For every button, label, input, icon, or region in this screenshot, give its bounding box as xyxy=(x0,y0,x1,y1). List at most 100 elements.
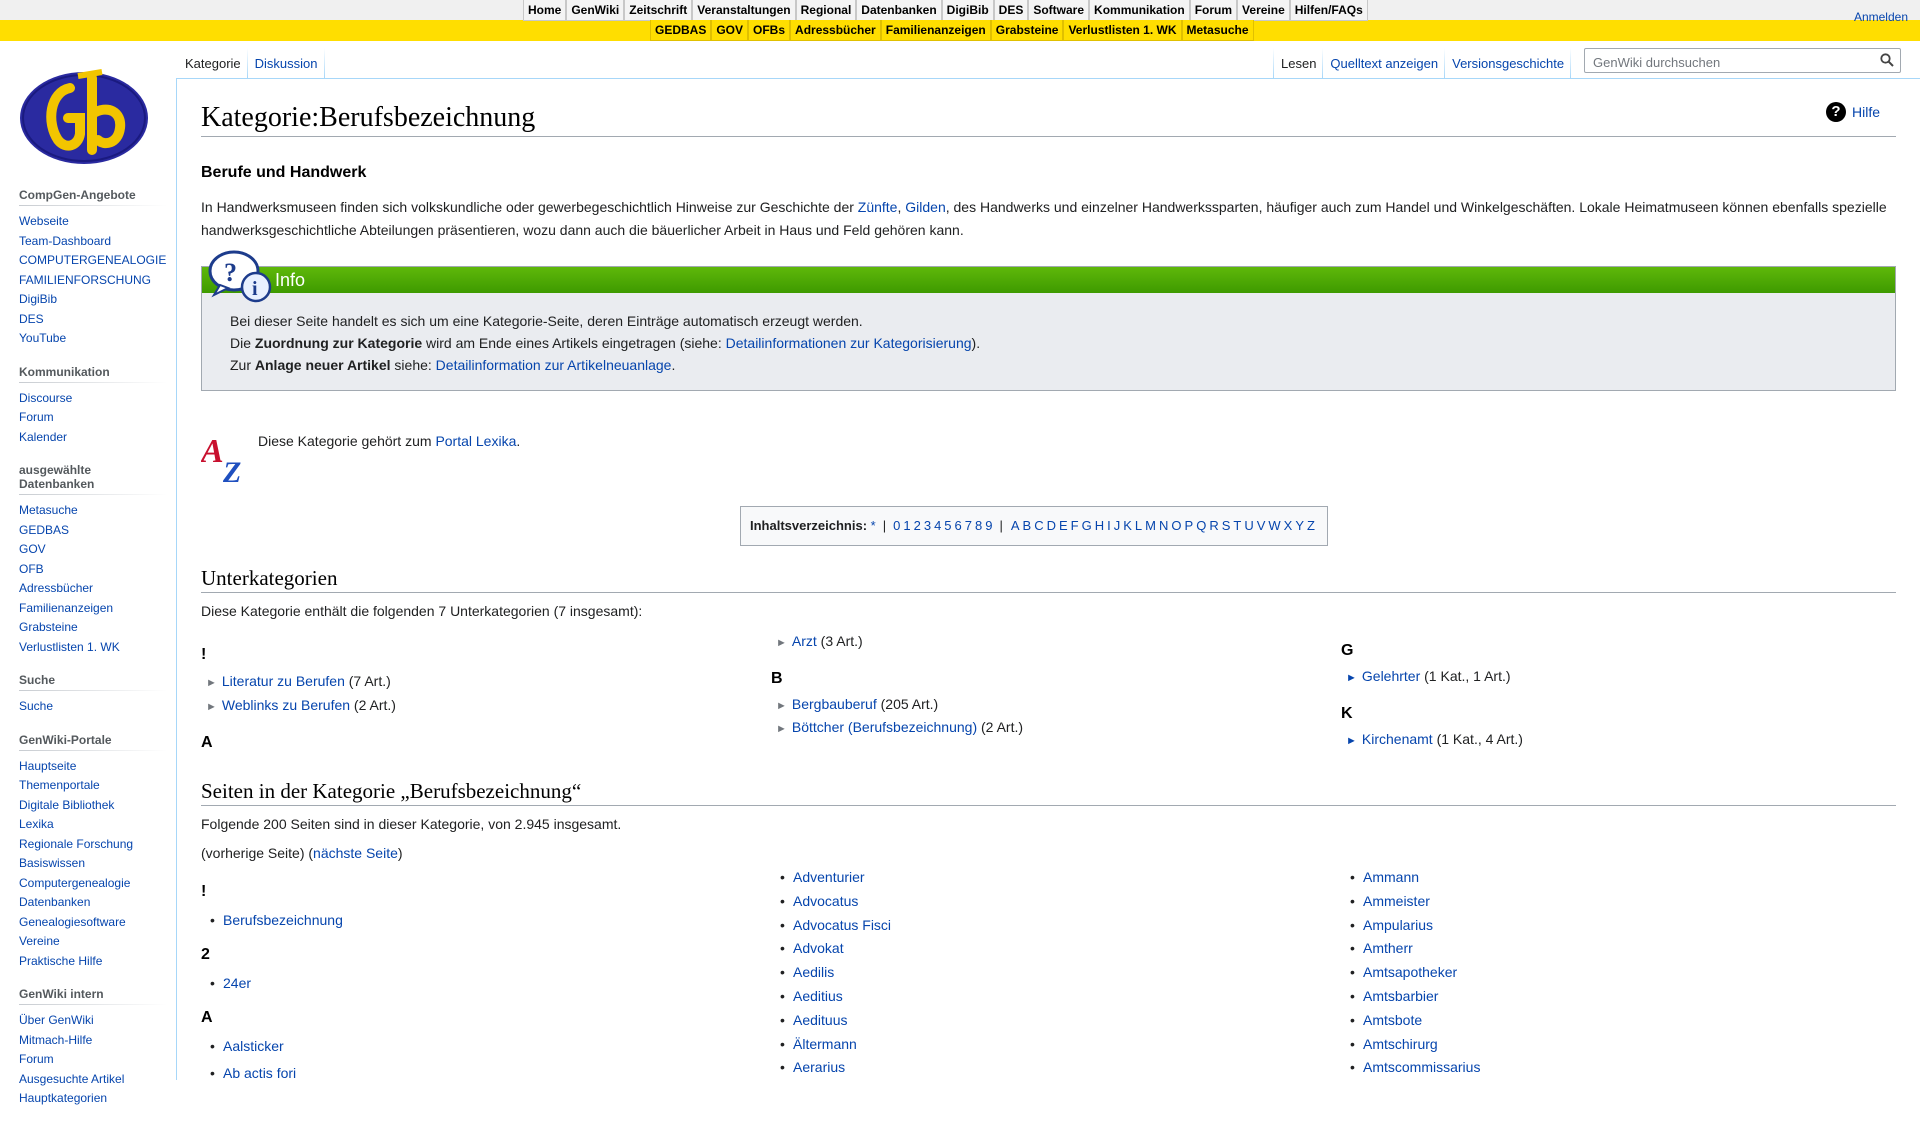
db-nav-item[interactable]: Familienanzeigen xyxy=(880,20,991,41)
sidebar-link[interactable]: Kalender xyxy=(19,428,167,448)
page-link[interactable]: Aalsticker xyxy=(223,1038,284,1054)
tab-quelltext[interactable]: Quelltext anzeigen xyxy=(1323,48,1445,79)
sidebar-link[interactable]: Computergenealogie xyxy=(19,874,167,894)
sidebar-link[interactable]: Team-Dashboard xyxy=(19,232,167,252)
link-gilden[interactable]: Gilden xyxy=(905,199,945,215)
subcat-link[interactable]: Bergbauberuf xyxy=(792,696,877,712)
sidebar-link[interactable]: Adressbücher xyxy=(19,579,167,599)
toc-link-digit[interactable]: 4 xyxy=(934,518,941,533)
nav-item[interactable]: Veranstaltungen xyxy=(692,0,796,21)
page-link[interactable]: Ammann xyxy=(1363,869,1419,885)
nav-item[interactable]: DigiBib xyxy=(941,0,994,21)
link-artikelneuanlage[interactable]: Detailinformation zur Artikelneuanlage xyxy=(436,357,672,373)
toc-link-letter[interactable]: Q xyxy=(1196,518,1206,533)
sidebar-link[interactable]: COMPUTERGENEALOGIE xyxy=(19,251,167,271)
toc-link-letter[interactable]: A xyxy=(1011,518,1020,533)
sidebar-link[interactable]: Webseite xyxy=(19,212,167,232)
page-link[interactable]: Ammeister xyxy=(1363,893,1430,909)
toc-link-letter[interactable]: Y xyxy=(1295,518,1304,533)
nav-item[interactable]: Forum xyxy=(1189,0,1238,21)
tab-diskussion[interactable]: Diskussion xyxy=(247,48,324,79)
db-nav-item[interactable]: GOV xyxy=(711,20,749,41)
subcat-link[interactable]: Gelehrter xyxy=(1362,668,1420,684)
db-nav-item[interactable]: OFBs xyxy=(748,20,791,41)
tab-versionsgeschichte[interactable]: Versionsgeschichte xyxy=(1445,48,1571,79)
nav-item[interactable]: Software xyxy=(1028,0,1090,21)
next-page-link[interactable]: nächste Seite xyxy=(313,845,398,861)
tab-lesen[interactable]: Lesen xyxy=(1274,48,1323,79)
search-icon[interactable] xyxy=(1880,53,1894,72)
page-link[interactable]: Adventurier xyxy=(793,869,865,885)
nav-item[interactable]: Vereine xyxy=(1237,0,1290,21)
page-link[interactable]: Ältermann xyxy=(793,1036,857,1052)
toc-link-letter[interactable]: O xyxy=(1171,518,1181,533)
tab-kategorie[interactable]: Kategorie xyxy=(178,48,247,79)
sidebar-link[interactable]: Basiswissen xyxy=(19,854,167,874)
sidebar-link[interactable]: Hauptkategorien xyxy=(19,1089,167,1109)
link-kategorisierung[interactable]: Detailinformationen zur Kategorisierung xyxy=(726,335,972,351)
sidebar-link[interactable]: Vereine xyxy=(19,932,167,952)
sidebar-link[interactable]: Praktische Hilfe xyxy=(19,952,167,972)
sidebar-link[interactable]: GEDBAS xyxy=(19,521,167,541)
help-link[interactable]: ? Hilfe xyxy=(1825,102,1880,122)
sidebar-link[interactable]: Familienanzeigen xyxy=(19,599,167,619)
sidebar-link[interactable]: Mitmach-Hilfe xyxy=(19,1031,167,1051)
db-nav-item[interactable]: Verlustlisten 1. WK xyxy=(1063,20,1182,41)
toc-link-letter[interactable]: F xyxy=(1071,518,1079,533)
toc-link-letter[interactable]: R xyxy=(1209,518,1218,533)
link-zuenfte[interactable]: Zünfte xyxy=(858,199,898,215)
toc-link-letter[interactable]: T xyxy=(1233,518,1241,533)
nav-item[interactable]: Kommunikation xyxy=(1089,0,1190,21)
page-link[interactable]: Berufsbezeichnung xyxy=(223,912,343,928)
page-link[interactable]: Advokat xyxy=(793,940,844,956)
page-link[interactable]: Amtsbarbier xyxy=(1363,988,1438,1004)
toc-link-letter[interactable]: X xyxy=(1284,518,1293,533)
page-link[interactable]: Aerarius xyxy=(793,1059,845,1075)
sidebar-link[interactable]: DES xyxy=(19,310,167,330)
sidebar-link[interactable]: Discourse xyxy=(19,389,167,409)
toc-link-digit[interactable]: 9 xyxy=(985,518,992,533)
sidebar-link[interactable]: Digitale Bibliothek xyxy=(19,796,167,816)
page-link[interactable]: Amtsbote xyxy=(1363,1012,1422,1028)
sidebar-link[interactable]: FAMILIENFORSCHUNG xyxy=(19,271,167,291)
nav-item[interactable]: GenWiki xyxy=(566,0,625,21)
sidebar-link[interactable]: Metasuche xyxy=(19,501,167,521)
login-link[interactable]: Anmelden xyxy=(1854,10,1908,24)
nav-item[interactable]: Home xyxy=(523,0,567,21)
page-link[interactable]: Amtschirurg xyxy=(1363,1036,1438,1052)
toc-link-star[interactable]: * xyxy=(871,518,876,533)
sidebar-link[interactable]: YouTube xyxy=(19,329,167,349)
sidebar-link[interactable]: Suche xyxy=(19,697,167,717)
toc-link-letter[interactable]: E xyxy=(1059,518,1068,533)
toc-link-digit[interactable]: 1 xyxy=(903,518,910,533)
page-link[interactable]: Amtsapotheker xyxy=(1363,964,1457,980)
page-link[interactable]: Amtscommissarius xyxy=(1363,1059,1480,1075)
page-link[interactable]: Advocatus xyxy=(793,893,858,909)
toc-link-letter[interactable]: Z xyxy=(1307,518,1315,533)
sidebar-link[interactable]: Forum xyxy=(19,408,167,428)
toc-link-digit[interactable]: 7 xyxy=(965,518,972,533)
search-input[interactable] xyxy=(1591,50,1875,74)
nav-item[interactable]: Regional xyxy=(795,0,857,21)
sidebar-link[interactable]: GOV xyxy=(19,540,167,560)
toc-link-letter[interactable]: S xyxy=(1222,518,1231,533)
subcat-link[interactable]: Arzt xyxy=(792,633,817,649)
toc-link-letter[interactable]: V xyxy=(1257,518,1266,533)
sidebar-link[interactable]: Verlustlisten 1. WK xyxy=(19,638,167,658)
toc-link-letter[interactable]: U xyxy=(1244,518,1253,533)
sidebar-link[interactable]: Datenbanken xyxy=(19,893,167,913)
db-nav-item[interactable]: Metasuche xyxy=(1181,20,1254,41)
toc-link-letter[interactable]: P xyxy=(1185,518,1194,533)
toc-link-letter[interactable]: I xyxy=(1107,518,1111,533)
nav-item[interactable]: Datenbanken xyxy=(856,0,942,21)
link-portal-lexika[interactable]: Portal Lexika xyxy=(435,433,516,449)
toc-link-letter[interactable]: K xyxy=(1123,518,1132,533)
sidebar-link[interactable]: Themenportale xyxy=(19,776,167,796)
page-link[interactable]: Ab actis fori xyxy=(223,1065,296,1081)
toc-link-digit[interactable]: 8 xyxy=(975,518,982,533)
page-link[interactable]: Amtherr xyxy=(1363,940,1413,956)
sidebar-link[interactable]: DigiBib xyxy=(19,290,167,310)
db-nav-item[interactable]: Grabsteine xyxy=(990,20,1064,41)
toc-link-letter[interactable]: B xyxy=(1023,518,1032,533)
sidebar-link[interactable]: Genealogiesoftware xyxy=(19,913,167,933)
